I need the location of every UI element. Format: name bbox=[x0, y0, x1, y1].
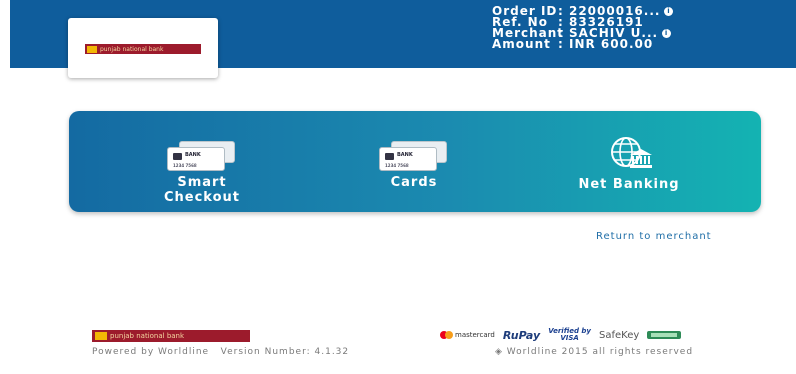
payment-options-panel: BANK 1234 7568 Smart Checkout BANK 1234 … bbox=[69, 111, 761, 212]
amount-label: Amount bbox=[492, 37, 551, 51]
card-icon: BANK 1234 7568 bbox=[379, 141, 449, 171]
card-icon: BANK 1234 7568 bbox=[167, 141, 237, 171]
option-cards[interactable]: BANK 1234 7568 Cards bbox=[359, 141, 469, 190]
return-to-merchant-link[interactable]: Return to merchant bbox=[596, 231, 712, 242]
pnb-logo-icon bbox=[95, 332, 107, 340]
option-net-banking[interactable]: Net Banking bbox=[549, 137, 709, 192]
version-number: Version Number: 4.1.32 bbox=[220, 347, 350, 357]
safekey-badge: SafeKey bbox=[599, 329, 640, 341]
pci-badge bbox=[647, 329, 682, 341]
globe-bank-icon bbox=[611, 137, 652, 168]
mastercard-icon bbox=[445, 331, 453, 339]
option-smart-checkout[interactable]: BANK 1234 7568 Smart Checkout bbox=[147, 141, 257, 205]
security-badges: mastercard RuPay Verified by VISA SafeKey bbox=[440, 328, 689, 342]
amount-row: Amount : INR 600.00 bbox=[492, 37, 673, 51]
info-icon[interactable]: i bbox=[662, 29, 672, 38]
mastercard-badge: mastercard bbox=[440, 331, 495, 339]
powered-by-text: Powered by Worldline Version Number: 4.1… bbox=[92, 347, 382, 357]
copyright-text: ◈ Worldline 2015 all rights reserved bbox=[495, 347, 694, 357]
order-summary: Order ID : 22000016... i Ref. No : 83326… bbox=[492, 5, 674, 51]
info-icon[interactable]: i bbox=[664, 7, 674, 16]
option-label: Checkout bbox=[163, 190, 240, 205]
bank-logo-card: punjab national bank bbox=[68, 18, 218, 78]
bank-logo: punjab national bank bbox=[85, 44, 201, 54]
footer-bank-logo: punjab national bank bbox=[92, 330, 250, 342]
option-label: Smart bbox=[177, 175, 227, 190]
option-label: Cards bbox=[390, 175, 438, 190]
bank-logo-text: punjab national bank bbox=[100, 45, 164, 53]
powered-by: Powered by Worldline bbox=[92, 347, 210, 357]
verified-by-visa-badge: Verified by VISA bbox=[548, 327, 591, 342]
rupay-badge: RuPay bbox=[502, 328, 541, 342]
amount-value: : INR 600.00 bbox=[558, 37, 654, 51]
pnb-logo-icon bbox=[87, 45, 97, 53]
option-label: Net Banking bbox=[578, 177, 680, 192]
footer-bank-logo-text: punjab national bank bbox=[110, 332, 185, 340]
pci-icon bbox=[647, 331, 682, 339]
